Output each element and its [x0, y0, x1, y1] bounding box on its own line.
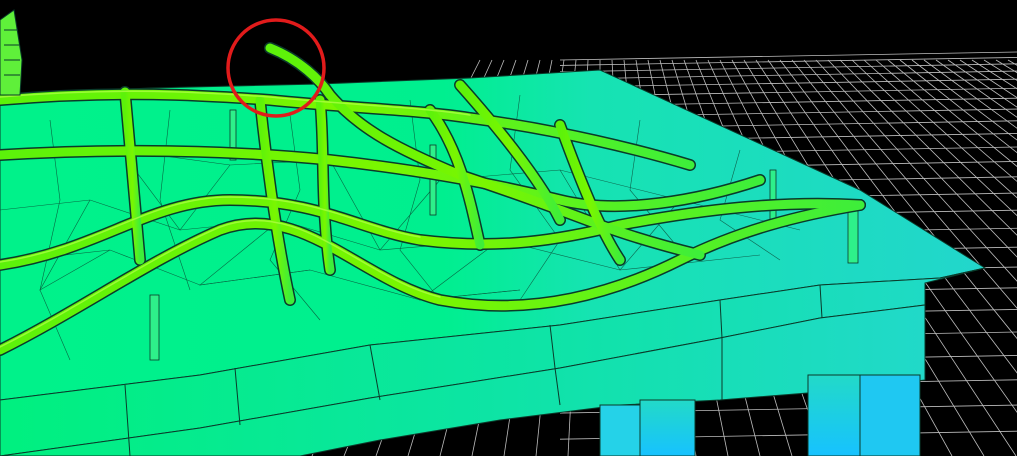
column [639, 399, 696, 456]
grid-line [1007, 59, 1017, 66]
grid-line [983, 59, 1017, 81]
column [599, 404, 641, 456]
column [807, 374, 864, 456]
grid-line [971, 59, 1017, 90]
grid-line [995, 59, 1017, 74]
column [859, 374, 921, 456]
structure-model [0, 9, 987, 456]
3d-model-viewport[interactable] [0, 0, 1017, 456]
adjacent-structure [0, 9, 23, 96]
